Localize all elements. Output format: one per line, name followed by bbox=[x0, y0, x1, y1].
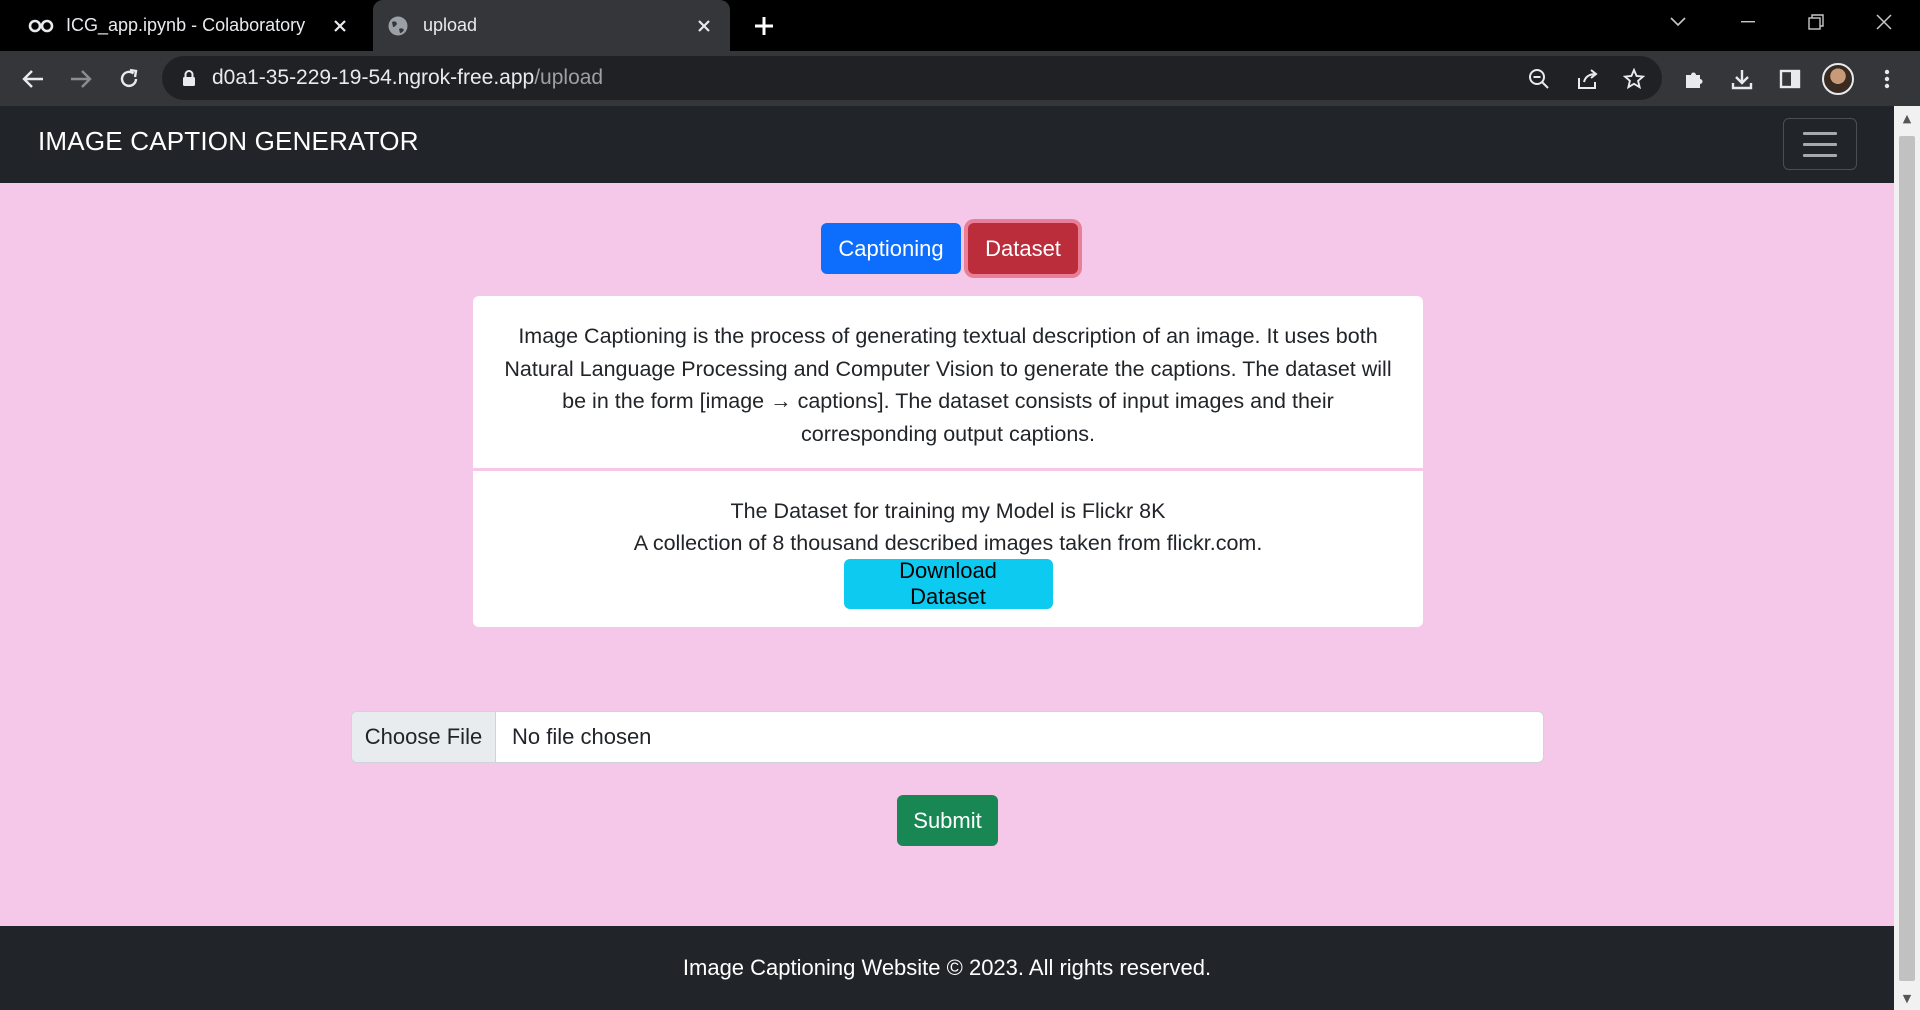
section-toggle-group: Captioning Dataset bbox=[821, 223, 1078, 274]
hamburger-menu-icon[interactable] bbox=[1783, 118, 1857, 170]
lock-icon bbox=[182, 69, 196, 87]
browser-tab-colab[interactable]: ICG_app.ipynb - Colaboratory bbox=[16, 0, 366, 51]
profile-avatar[interactable] bbox=[1822, 63, 1854, 95]
captioning-button[interactable]: Captioning bbox=[821, 223, 961, 274]
download-dataset-button[interactable]: Download Dataset bbox=[843, 558, 1053, 609]
globe-icon bbox=[385, 13, 411, 39]
minimize-icon[interactable] bbox=[1720, 0, 1776, 44]
site-navbar: IMAGE CAPTION GENERATOR bbox=[0, 106, 1894, 183]
browser-tab-upload[interactable]: upload bbox=[373, 0, 730, 51]
tab-title: ICG_app.ipynb - Colaboratory bbox=[66, 15, 306, 35]
choose-file-button[interactable]: Choose File bbox=[352, 712, 496, 762]
back-arrow-icon[interactable] bbox=[14, 60, 52, 98]
site-brand[interactable]: IMAGE CAPTION GENERATOR bbox=[38, 126, 419, 157]
page-viewport: IMAGE CAPTION GENERATOR Captioning Datas… bbox=[0, 106, 1894, 1010]
page-scrollbar[interactable]: ▲ ▼ bbox=[1894, 106, 1920, 1010]
restore-icon[interactable] bbox=[1788, 0, 1844, 44]
dataset-line-2: A collection of 8 thousand described ima… bbox=[633, 531, 1263, 555]
browser-toolbar: d0a1-35-229-19-54.ngrok-free.app/upload bbox=[0, 51, 1920, 106]
site-footer: Image Captioning Website © 2023. All rig… bbox=[0, 926, 1894, 1010]
menu-kebab-icon[interactable] bbox=[1868, 60, 1906, 98]
colab-icon bbox=[28, 13, 54, 39]
url-path: /upload bbox=[534, 66, 604, 89]
scrollbar-thumb[interactable] bbox=[1899, 136, 1915, 981]
tab-title: upload bbox=[423, 15, 478, 35]
dataset-line-1: The Dataset for training my Model is Fli… bbox=[730, 499, 1166, 523]
forward-arrow-icon[interactable] bbox=[62, 60, 100, 98]
share-icon[interactable] bbox=[1568, 60, 1606, 98]
scroll-up-arrow-icon[interactable]: ▲ bbox=[1894, 106, 1920, 130]
download-icon[interactable] bbox=[1723, 60, 1761, 98]
zoom-icon[interactable] bbox=[1520, 60, 1558, 98]
tab-search-icon[interactable] bbox=[1650, 0, 1706, 44]
side-panel-icon[interactable] bbox=[1771, 60, 1809, 98]
close-icon[interactable] bbox=[690, 12, 718, 40]
extensions-puzzle-icon[interactable] bbox=[1675, 60, 1713, 98]
file-status: No file chosen bbox=[512, 724, 652, 749]
address-bar[interactable]: d0a1-35-229-19-54.ngrok-free.app/upload bbox=[162, 56, 1662, 100]
submit-button[interactable]: Submit bbox=[897, 795, 998, 846]
scroll-down-arrow-icon[interactable]: ▼ bbox=[1894, 986, 1920, 1010]
description-text: Image Captioning is the process of gener… bbox=[504, 324, 1392, 446]
url-host: d0a1-35-229-19-54.ngrok-free.app bbox=[212, 66, 535, 89]
dataset-card: The Dataset for training my Model is Fli… bbox=[473, 471, 1423, 627]
footer-text: Image Captioning Website © 2023. All rig… bbox=[682, 955, 1212, 980]
description-card: Image Captioning is the process of gener… bbox=[473, 296, 1423, 468]
file-input[interactable]: Choose File No file chosen bbox=[351, 711, 1544, 763]
new-tab-icon[interactable] bbox=[748, 10, 780, 42]
dataset-button[interactable]: Dataset bbox=[968, 223, 1078, 274]
bookmark-star-icon[interactable] bbox=[1615, 60, 1653, 98]
close-icon[interactable] bbox=[326, 12, 354, 40]
reload-icon[interactable] bbox=[110, 60, 148, 98]
close-window-icon[interactable] bbox=[1856, 0, 1912, 44]
browser-tab-strip: ICG_app.ipynb - Colaboratory upload bbox=[0, 0, 1920, 51]
